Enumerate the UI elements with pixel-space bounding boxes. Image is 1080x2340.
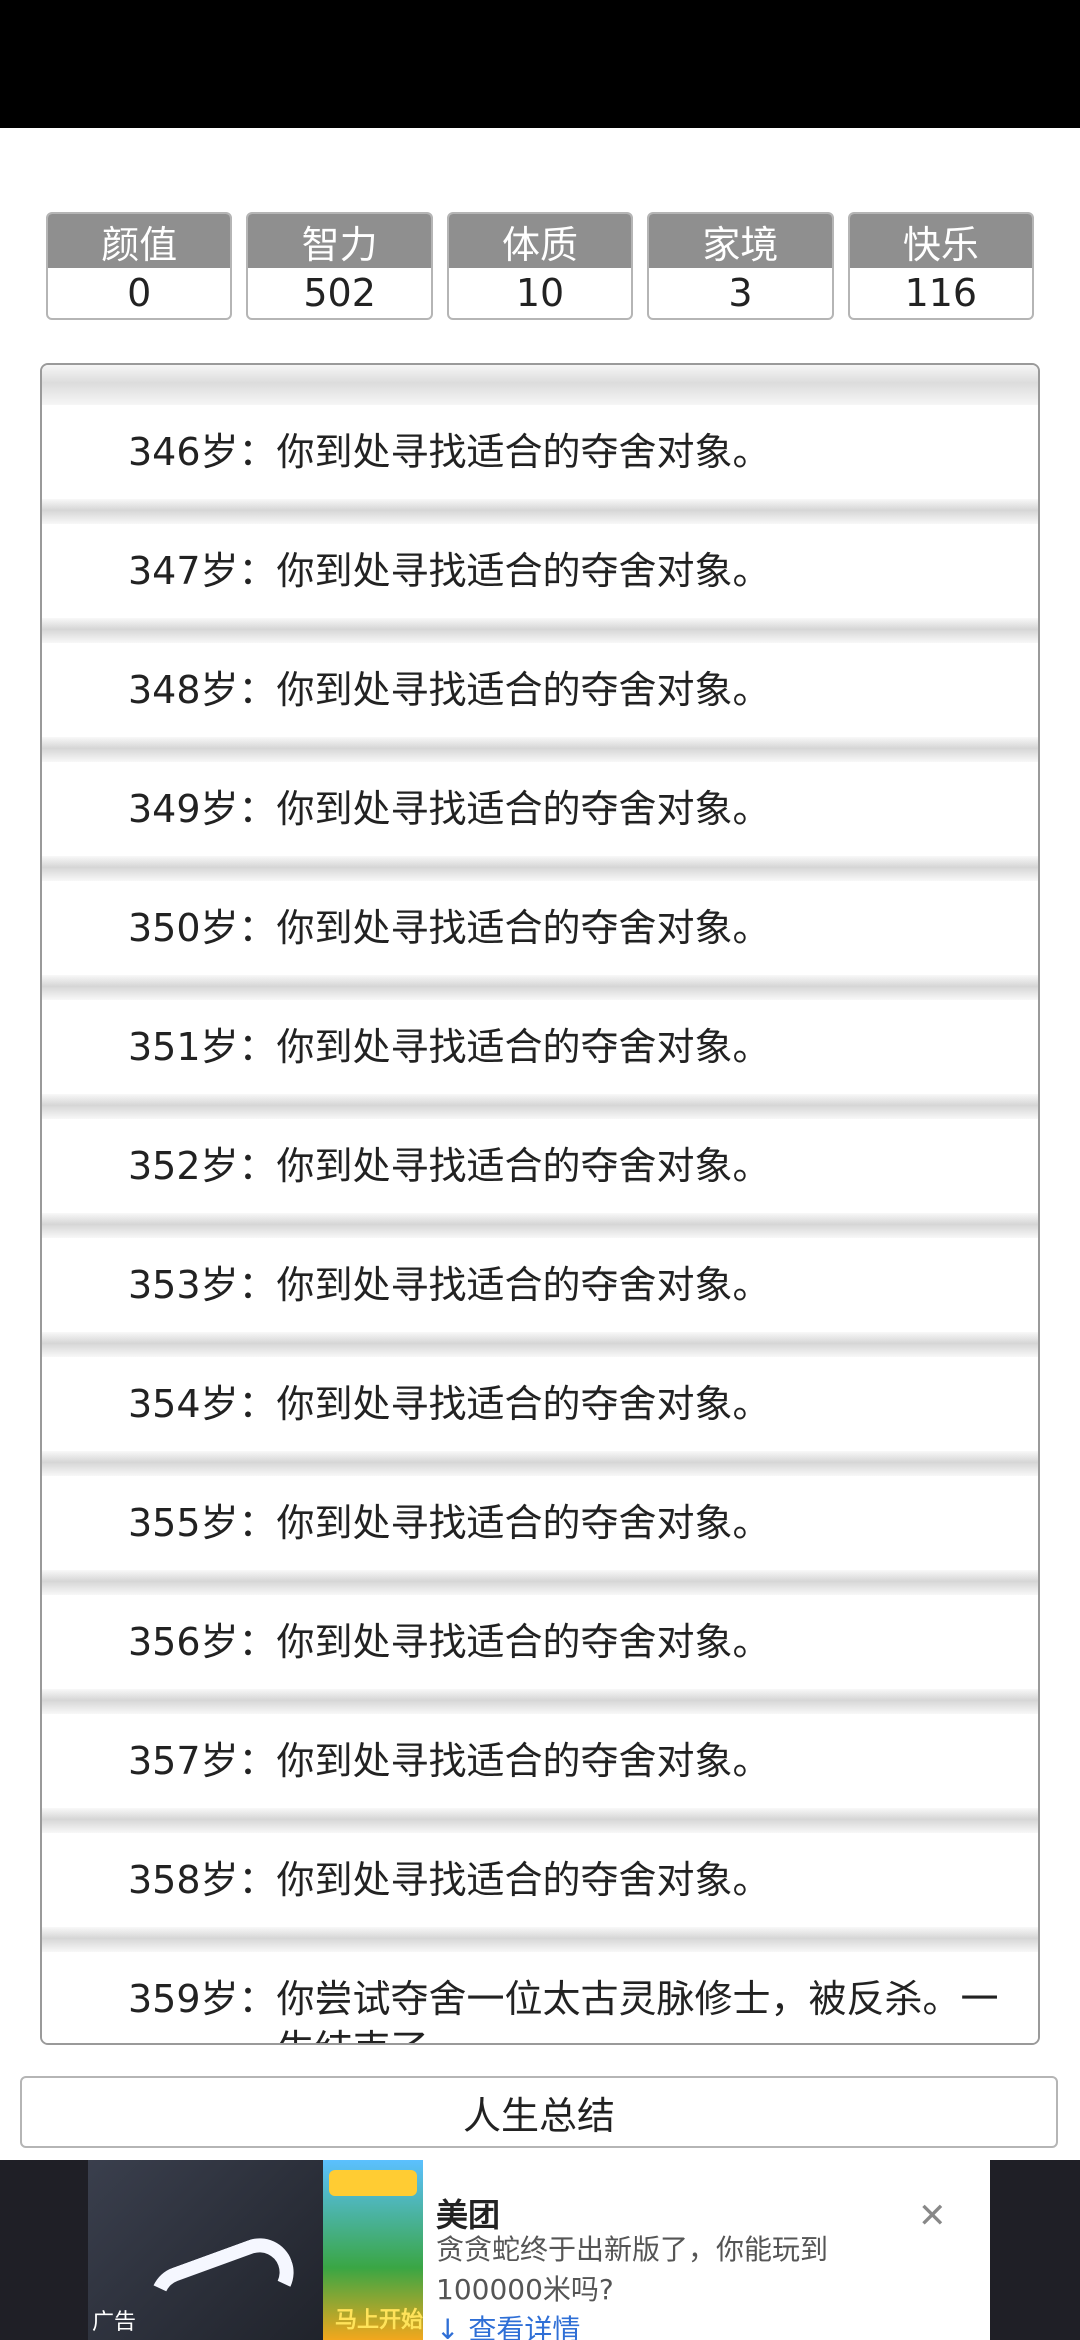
ad-card[interactable]: 广告 马上开始 美团 贪贪蛇终于出新版了，你能玩到100000米吗? ↓ 查看详… — [88, 2160, 990, 2340]
log-age: 351岁： — [128, 1025, 277, 1069]
list-divider — [42, 737, 1038, 762]
list-item: 356岁： 你到处寻找适合的夺舍对象。 — [42, 1595, 1038, 1689]
list-item: 354岁： 你到处寻找适合的夺舍对象。 — [42, 1357, 1038, 1451]
list-item: 349岁： 你到处寻找适合的夺舍对象。 — [42, 762, 1038, 856]
list-item: 357岁： 你到处寻找适合的夺舍对象。 — [42, 1714, 1038, 1808]
ad-label: 广告 — [92, 2310, 137, 2335]
stat-physique: 体质 10 — [446, 212, 634, 320]
log-text: 你到处寻找适合的夺舍对象。 — [276, 906, 771, 950]
list-item: 346岁： 你到处寻找适合的夺舍对象。 — [42, 405, 1038, 499]
log-text: 你到处寻找适合的夺舍对象。 — [276, 1739, 771, 1783]
stat-appearance: 颜值 0 — [46, 212, 233, 320]
log-age: 356岁： — [128, 1620, 277, 1664]
life-summary-button[interactable]: 人生总结 — [20, 2076, 1058, 2148]
ad-details-link[interactable]: ↓ 查看详情 — [436, 2308, 580, 2340]
ad-banner[interactable]: 广告 马上开始 美团 贪贪蛇终于出新版了，你能玩到100000米吗? ↓ 查看详… — [0, 2160, 1080, 2340]
list-divider — [42, 1094, 1038, 1119]
list-divider — [42, 1808, 1038, 1833]
list-divider — [42, 1213, 1038, 1238]
status-bar — [0, 0, 1080, 128]
log-age: 354岁： — [128, 1382, 277, 1426]
list-divider — [42, 365, 1038, 405]
log-age: 350岁： — [128, 906, 277, 950]
log-age: 358岁： — [128, 1858, 277, 1902]
list-item: 353岁： 你到处寻找适合的夺舍对象。 — [42, 1238, 1038, 1332]
stat-happiness: 快乐 116 — [847, 212, 1035, 320]
log-age: 346岁： — [128, 430, 277, 474]
list-item: 358岁： 你到处寻找适合的夺舍对象。 — [42, 1833, 1038, 1927]
log-age: 359岁： — [128, 1977, 277, 2021]
stat-value: 502 — [303, 271, 376, 315]
list-divider — [42, 856, 1038, 881]
close-icon[interactable]: ✕ — [918, 2196, 947, 2236]
list-item: 355岁： 你到处寻找适合的夺舍对象。 — [42, 1476, 1038, 1570]
list-divider — [42, 499, 1038, 524]
log-age: 355岁： — [128, 1501, 277, 1545]
list-item: 347岁： 你到处寻找适合的夺舍对象。 — [42, 524, 1038, 618]
ad-game-image[interactable]: 广告 — [88, 2160, 323, 2340]
list-item: 350岁： 你到处寻找适合的夺舍对象。 — [42, 881, 1038, 975]
list-item: 348岁： 你到处寻找适合的夺舍对象。 — [42, 643, 1038, 737]
list-divider — [42, 1927, 1038, 1952]
stat-label: 智力 — [248, 214, 431, 268]
log-text: 你到处寻找适合的夺舍对象。 — [276, 1263, 771, 1307]
log-age: 347岁： — [128, 549, 277, 593]
log-age: 357岁： — [128, 1739, 277, 1783]
stat-value: 3 — [728, 271, 753, 315]
list-item: 351岁： 你到处寻找适合的夺舍对象。 — [42, 1000, 1038, 1094]
log-text: 你到处寻找适合的夺舍对象。 — [276, 668, 771, 712]
list-divider — [42, 1689, 1038, 1714]
stat-intelligence: 智力 502 — [246, 212, 433, 320]
log-text: 你到处寻找适合的夺舍对象。 — [276, 430, 771, 474]
log-text: 你到处寻找适合的夺舍对象。 — [276, 787, 771, 831]
life-log-list[interactable]: 346岁： 你到处寻找适合的夺舍对象。 347岁： 你到处寻找适合的夺舍对象。 … — [40, 363, 1040, 2045]
stat-value: 0 — [127, 271, 152, 315]
log-text: 你到处寻找适合的夺舍对象。 — [276, 1501, 771, 1545]
list-item: 359岁： 你尝试夺舍一位太古灵脉修士，被反杀。一生结束了。 — [42, 1952, 1038, 2043]
cover-start-text: 马上开始 — [335, 2308, 424, 2333]
log-text: 你到处寻找适合的夺舍对象。 — [276, 1144, 771, 1188]
stat-label: 家境 — [649, 214, 832, 268]
list-divider — [42, 1332, 1038, 1357]
snake-graphic — [140, 2228, 304, 2340]
stat-label: 快乐 — [849, 214, 1033, 268]
stat-value: 116 — [904, 271, 978, 315]
log-text: 你到处寻找适合的夺舍对象。 — [276, 1382, 771, 1426]
ad-description: 贪贪蛇终于出新版了，你能玩到100000米吗? — [436, 2233, 829, 2304]
log-text: 你到处寻找适合的夺舍对象。 — [276, 549, 771, 593]
list-divider — [42, 1570, 1038, 1595]
list-divider — [42, 618, 1038, 643]
list-divider — [42, 975, 1038, 1000]
log-text: 你到处寻找适合的夺舍对象。 — [276, 1025, 771, 1069]
stat-family: 家境 3 — [647, 212, 834, 320]
attribute-panel: 颜值 0 智力 502 体质 10 家境 3 快乐 116 — [46, 212, 1035, 320]
stat-label: 体质 — [448, 214, 632, 268]
cover-logo — [329, 2170, 417, 2196]
list-divider — [42, 1451, 1038, 1476]
log-age: 353岁： — [128, 1263, 277, 1307]
log-text: 你到处寻找适合的夺舍对象。 — [276, 1620, 771, 1664]
log-age: 348岁： — [128, 668, 277, 712]
log-age: 349岁： — [128, 787, 277, 831]
log-text: 你到处寻找适合的夺舍对象。 — [276, 1858, 771, 1902]
list-item: 352岁： 你到处寻找适合的夺舍对象。 — [42, 1119, 1038, 1213]
stat-label: 颜值 — [48, 214, 231, 268]
log-age: 352岁： — [128, 1144, 277, 1188]
log-text: 你尝试夺舍一位太古灵脉修士，被反杀。一生结束了。 — [276, 1977, 999, 2043]
stat-value: 10 — [515, 271, 565, 315]
ad-cover-image[interactable]: 马上开始 — [323, 2160, 423, 2340]
